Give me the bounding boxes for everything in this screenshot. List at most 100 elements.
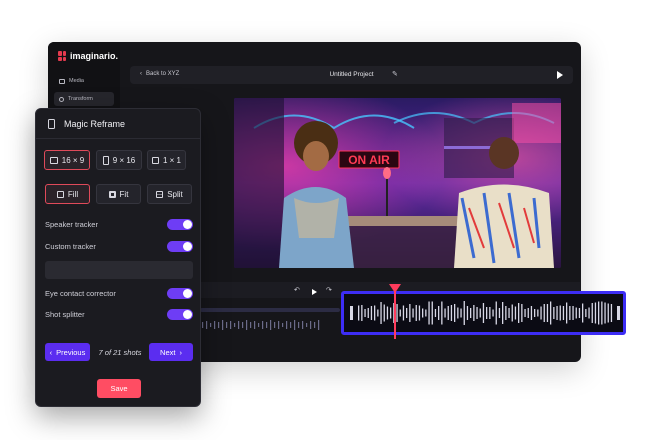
speaker-tracker-label: Speaker tracker — [45, 220, 98, 229]
waveform-bar — [431, 301, 433, 325]
fit-mode-label: Fit — [119, 189, 129, 199]
timeline-track[interactable] — [200, 308, 340, 312]
sidebar-item-label: Transform — [68, 96, 93, 102]
play-icon[interactable] — [557, 71, 563, 79]
waveform-bar — [530, 306, 533, 320]
next-label: Next — [160, 347, 176, 357]
ratio-1x1-button[interactable]: 1 × 1 — [147, 150, 186, 170]
ratio-label: 16 × 9 — [61, 155, 85, 165]
waveform-bar — [370, 306, 373, 320]
chevron-left-icon: ‹ — [49, 347, 53, 357]
project-title[interactable]: Untitled Project — [130, 71, 573, 78]
undo-icon[interactable]: ↶ — [294, 286, 300, 294]
fit-mode-label: Fill — [67, 189, 79, 199]
waveform-bar — [377, 309, 379, 317]
waveform-selection[interactable] — [341, 291, 626, 335]
video-preview[interactable]: ON AIR — [234, 98, 561, 268]
edit-pencil-icon[interactable]: ✎ — [392, 70, 398, 78]
waveform-bar — [540, 306, 542, 320]
waveform-bar — [585, 309, 587, 317]
waveform-bar — [601, 301, 603, 325]
waveform-bar — [463, 301, 465, 325]
waveform-bar — [514, 306, 517, 320]
waveform-bar — [610, 304, 613, 322]
brand-mark-icon — [58, 51, 66, 61]
waveform-bar — [428, 301, 430, 325]
sidebar-item-label: Media — [69, 78, 84, 84]
split-mode-button[interactable]: Split — [147, 184, 192, 204]
waveform-bar — [402, 305, 405, 321]
waveform-bar — [482, 303, 485, 323]
ratio-9x16-button[interactable]: 9 × 16 — [96, 150, 142, 170]
shot-splitter-label: Shot splitter — [45, 310, 85, 319]
custom-tracker-label: Custom tracker — [45, 242, 96, 251]
save-button[interactable]: Save — [97, 379, 141, 398]
waveform-bar — [364, 309, 366, 317]
waveform-bar — [415, 305, 417, 321]
waveform-bar — [495, 301, 497, 325]
waveform-bar — [575, 307, 577, 319]
fill-mode-button[interactable]: Fill — [45, 184, 90, 204]
fit-icon — [108, 190, 116, 198]
video-icon — [59, 78, 65, 84]
waveform-bar — [492, 309, 494, 317]
custom-tracker-toggle[interactable] — [167, 241, 193, 252]
timeline-play-icon[interactable] — [312, 289, 317, 295]
waveform-bar — [438, 306, 440, 320]
waveform-bar — [524, 309, 526, 317]
waveform-bar — [479, 308, 481, 318]
waveform-bar — [367, 308, 369, 318]
on-air-sign-text: ON AIR — [348, 153, 390, 167]
waveform-bar — [511, 304, 513, 322]
waveform-bar — [447, 306, 449, 320]
brand-logo: imaginario. — [58, 51, 118, 61]
waveform-bar — [386, 306, 389, 320]
waveform-bar — [537, 309, 539, 317]
waveform-bar — [543, 304, 545, 322]
waveform-bar — [582, 303, 584, 323]
sidebar-item-transform[interactable]: Transform — [54, 92, 114, 106]
previous-button[interactable]: ‹ Previous — [45, 343, 90, 361]
eye-contact-toggle[interactable] — [167, 288, 193, 299]
waveform-bar — [553, 307, 555, 319]
waveform-bar — [518, 303, 520, 323]
top-bar: ‹ Back to XYZ Untitled Project ✎ — [130, 66, 573, 84]
waveform-bar — [412, 308, 414, 318]
magic-reframe-panel: Magic Reframe 16 × 9 9 × 16 1 × 1 Fill F… — [35, 108, 201, 407]
panel-title: Magic Reframe — [64, 118, 126, 129]
waveform-bar — [489, 307, 491, 319]
waveform-bar — [422, 308, 424, 318]
sidebar-item-media[interactable]: Media — [54, 74, 114, 88]
waveform-bar — [527, 308, 529, 318]
split-icon — [156, 190, 164, 198]
square-icon — [151, 156, 159, 164]
phone-icon — [48, 118, 55, 129]
custom-tracker-input[interactable] — [45, 261, 193, 279]
waveform-bar — [358, 305, 360, 321]
waveform-bar — [521, 304, 523, 322]
panel-header: Magic Reframe — [36, 109, 200, 139]
waveform-bar — [374, 305, 376, 321]
playhead[interactable] — [394, 285, 396, 339]
waveform-graphic — [350, 301, 620, 325]
audio-track-waveform[interactable] — [200, 319, 340, 331]
waveform-bar — [562, 306, 565, 320]
waveform-bar — [505, 306, 507, 320]
waveform-bar — [383, 304, 385, 322]
shot-splitter-toggle[interactable] — [167, 309, 193, 320]
fit-mode-button[interactable]: Fit — [96, 184, 141, 204]
waveform-bar — [409, 304, 411, 322]
speaker-tracker-toggle[interactable] — [167, 219, 193, 230]
ratio-label: 1 × 1 — [162, 155, 181, 165]
next-button[interactable]: Next › — [149, 343, 193, 361]
waveform-bar — [380, 302, 382, 324]
waveform-bar — [460, 308, 462, 318]
redo-icon[interactable]: ↷ — [326, 286, 332, 294]
waveform-bar — [594, 302, 597, 324]
ratio-16x9-button[interactable]: 16 × 9 — [44, 150, 90, 170]
waveform-bar — [556, 306, 558, 320]
waveform-bar — [454, 304, 456, 322]
waveform-bar — [591, 303, 593, 323]
waveform-bar — [498, 308, 501, 318]
waveform-bar — [406, 308, 408, 318]
